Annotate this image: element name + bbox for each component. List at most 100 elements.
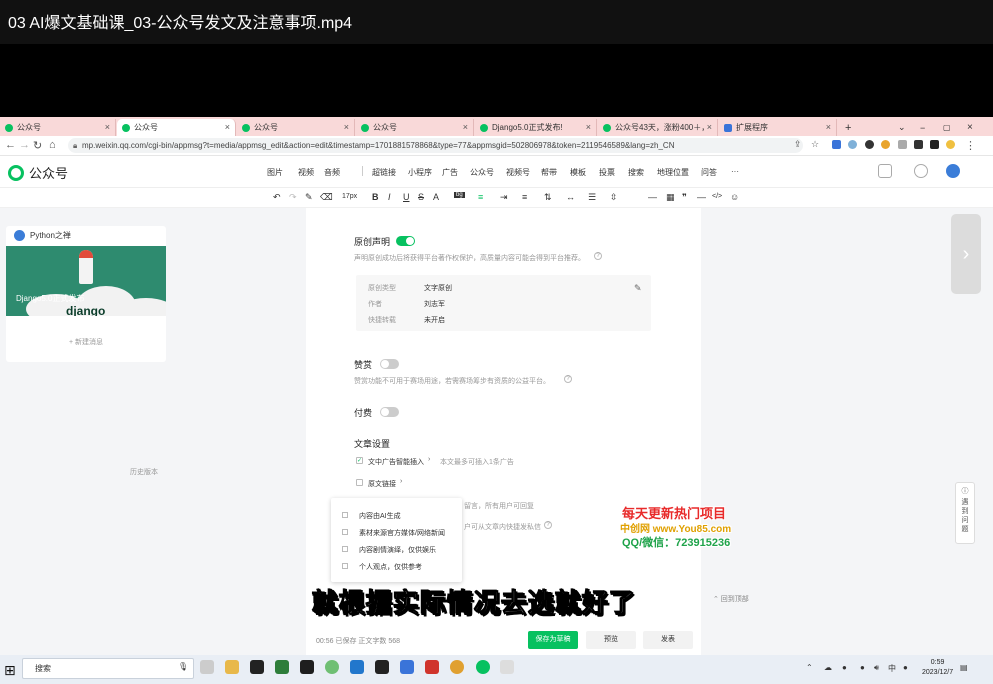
paragraph-spacing-icon[interactable]: ⇳	[610, 192, 618, 203]
menu-vote[interactable]: 投票	[599, 167, 615, 178]
horizontal-rule-icon[interactable]: —	[697, 192, 706, 202]
dropdown-checkbox[interactable]	[342, 546, 348, 552]
back-icon[interactable]: ←	[5, 139, 16, 151]
puzzle-icon[interactable]	[914, 140, 923, 149]
ime-indicator[interactable]: 中	[888, 663, 896, 674]
task-view-icon[interactable]	[200, 660, 214, 674]
extension-icon[interactable]	[898, 140, 907, 149]
article-cover-image[interactable]: Django5.0正式发布 django	[6, 246, 166, 316]
dropdown-checkbox[interactable]	[342, 512, 348, 518]
strikethrough-icon[interactable]: S	[418, 192, 424, 202]
dropdown-option[interactable]: 内容剧情演绎，仅供娱乐	[359, 545, 436, 555]
dropdown-option[interactable]: 个人观点，仅供参考	[359, 562, 422, 572]
line-height-icon[interactable]: ⇅	[544, 192, 552, 203]
table-icon[interactable]: ▦	[666, 192, 675, 203]
font-size-select[interactable]: 17px	[342, 193, 357, 200]
menu-channels[interactable]: 视频号	[506, 167, 530, 178]
article-card[interactable]: Python之禅 Django5.0正式发布 django + 新建消息	[6, 226, 166, 362]
extension-icon[interactable]	[832, 140, 841, 149]
quote-icon[interactable]: ❞	[682, 192, 687, 203]
align-icon[interactable]: ≡	[478, 192, 483, 202]
menu-ad[interactable]: 广告	[442, 167, 458, 178]
forward-icon[interactable]: →	[19, 139, 30, 151]
undo-icon[interactable]: ↶	[273, 192, 281, 203]
tab-search-icon[interactable]: ⌄	[893, 119, 906, 136]
close-window-icon[interactable]: ×	[962, 119, 974, 136]
menu-miniprogram[interactable]: 小程序	[408, 167, 432, 178]
emoji-icon[interactable]: ☺	[730, 192, 739, 202]
indent-icon[interactable]: ⇥	[500, 192, 508, 203]
align-center-icon[interactable]: ≡	[522, 192, 527, 202]
reload-icon[interactable]: ↻	[33, 139, 42, 152]
help-icon[interactable]: ?	[544, 521, 552, 529]
browser-menu-icon[interactable]: ⋮	[965, 139, 976, 152]
notification-icon[interactable]: ▤	[960, 663, 968, 672]
ad-checkbox[interactable]: ✓	[356, 457, 363, 464]
home-icon[interactable]: ⌂	[49, 139, 56, 151]
menu-location[interactable]: 地理位置	[657, 167, 689, 178]
app-icon[interactable]	[250, 660, 264, 674]
taskbar-search[interactable]: 搜索	[22, 658, 194, 679]
letter-spacing-icon[interactable]: ↔	[566, 192, 575, 202]
maximize-icon[interactable]: ▢	[938, 119, 951, 136]
dropdown-option[interactable]: 内容由AI生成	[359, 511, 401, 521]
app-icon[interactable]	[500, 660, 514, 674]
help-icon[interactable]: ?	[564, 375, 572, 383]
vscode-icon[interactable]	[350, 660, 364, 674]
profile-avatar[interactable]	[946, 140, 955, 149]
next-chevron-icon[interactable]: ›	[951, 214, 981, 294]
browser-tab[interactable]: 扩展程序 ×	[719, 119, 837, 136]
menu-image[interactable]: 图片	[267, 167, 283, 178]
menu-search[interactable]: 搜索	[628, 167, 644, 178]
tray-icon[interactable]: ●	[860, 663, 865, 672]
close-tab-icon[interactable]: ×	[463, 122, 468, 132]
font-color-icon[interactable]: A	[433, 192, 439, 202]
tray-icon[interactable]: ☁︎	[824, 663, 832, 672]
menu-link[interactable]: 超链接	[372, 167, 396, 178]
close-tab-icon[interactable]: ×	[707, 122, 712, 132]
browser-tab[interactable]: Django5.0正式发布! ×	[475, 119, 597, 136]
divider-insert-icon[interactable]: ―	[648, 192, 657, 202]
code-icon[interactable]: </>	[712, 193, 722, 200]
menu-video[interactable]: 视频	[298, 167, 314, 178]
clear-format-icon[interactable]: ⌫	[320, 192, 333, 203]
settings-icon[interactable]	[914, 164, 928, 178]
minimize-icon[interactable]: −	[915, 119, 927, 136]
menu-template[interactable]: 模板	[570, 167, 586, 178]
wechat-tray-icon[interactable]: ●	[842, 663, 847, 672]
edit-icon[interactable]: ✎	[634, 283, 642, 294]
close-tab-icon[interactable]: ×	[586, 122, 591, 132]
windows-start-icon[interactable]: ⊞	[4, 662, 16, 679]
file-explorer-icon[interactable]	[225, 660, 239, 674]
microphone-icon[interactable]: 🎙︎	[178, 662, 188, 671]
menu-more[interactable]: ···	[731, 167, 739, 176]
history-version-link[interactable]: 历史版本	[130, 467, 158, 477]
wps-icon[interactable]	[425, 660, 439, 674]
network-icon[interactable]: ⌃	[806, 663, 813, 672]
bold-icon[interactable]: B	[372, 192, 379, 202]
menu-help[interactable]: 帮带	[541, 167, 557, 178]
reward-toggle[interactable]	[380, 359, 399, 369]
new-message-button[interactable]: + 新建消息	[6, 337, 166, 347]
publish-button[interactable]: 发表	[643, 631, 693, 649]
source-checkbox[interactable]	[356, 479, 363, 486]
wechat-icon[interactable]	[476, 660, 490, 674]
sidepanel-icon[interactable]	[930, 140, 939, 149]
save-draft-button[interactable]: 保存为草稿	[528, 631, 578, 649]
typora-icon[interactable]	[375, 660, 389, 674]
extension-icon[interactable]	[865, 140, 874, 149]
extension-icon[interactable]	[881, 140, 890, 149]
browser-tab[interactable]: 公众号 ×	[0, 119, 116, 136]
chevron-right-icon[interactable]: ›	[400, 478, 402, 485]
browser-tab[interactable]: 公众号 ×	[237, 119, 355, 136]
help-icon[interactable]: ?	[594, 252, 602, 260]
browser-tab[interactable]: 公众号43天，涨粉400＋，爆…×	[598, 119, 718, 136]
dropdown-checkbox[interactable]	[342, 529, 348, 535]
dropdown-checkbox[interactable]	[342, 563, 348, 569]
account-avatar[interactable]	[946, 164, 960, 178]
underline-icon[interactable]: U	[403, 192, 410, 202]
preview-button[interactable]: 预览	[586, 631, 636, 649]
help-widget[interactable]: ⓘ 遇到问题	[955, 482, 975, 544]
speaker-icon[interactable]: 🔊︎	[874, 663, 879, 673]
format-brush-icon[interactable]: ✎	[305, 192, 313, 203]
